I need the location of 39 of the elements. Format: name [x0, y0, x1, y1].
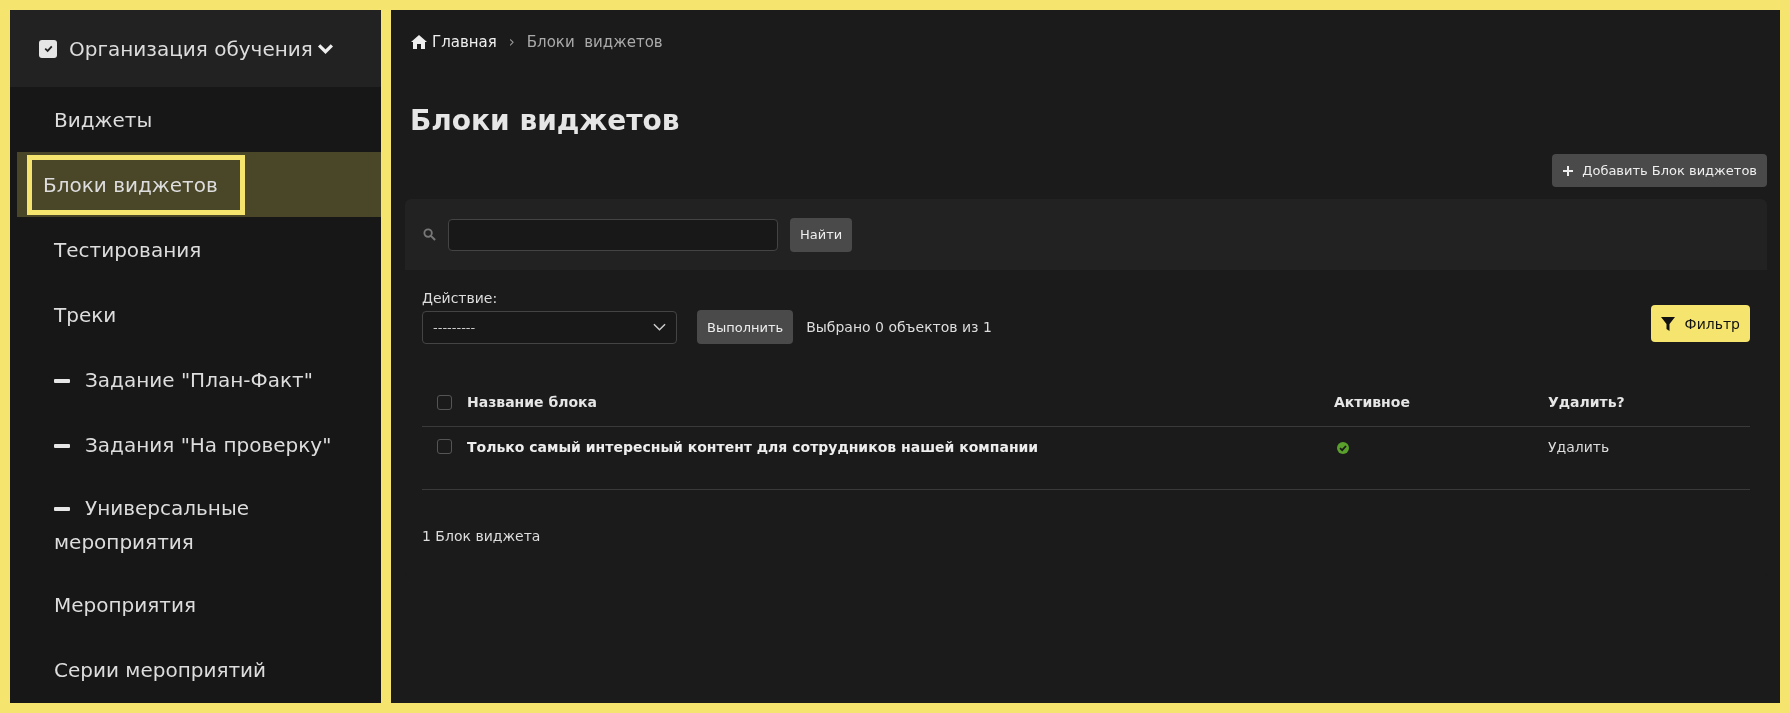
sidebar-item[interactable]: Блоки виджетов	[27, 154, 245, 215]
dash-icon	[54, 379, 70, 383]
sidebar-item[interactable]: Треки	[54, 297, 117, 332]
search-icon	[423, 228, 436, 241]
result-count: 1 Блок виджета	[422, 528, 542, 544]
dash-icon	[54, 507, 70, 511]
search-button[interactable]: Найти	[790, 217, 853, 252]
checkbox[interactable]	[437, 394, 452, 410]
breadcrumb-separator: ›	[508, 33, 515, 51]
chevron-down-icon	[316, 43, 334, 54]
action-label: Действие:	[422, 290, 499, 306]
sidebar-item[interactable]: Задания "На проверку"	[54, 427, 332, 462]
plus-icon	[1562, 164, 1575, 177]
home-icon	[410, 34, 428, 50]
chevron-down-icon	[653, 323, 666, 331]
sidebar-item[interactable]: Серии мероприятий	[54, 652, 267, 687]
dash-icon	[54, 444, 70, 448]
filter-icon	[1660, 316, 1675, 331]
sidebar-item[interactable]: Тестирования	[54, 232, 202, 267]
column-header[interactable]: Удалить?	[1548, 394, 1625, 410]
page-title: Блоки виджетов	[410, 104, 681, 139]
table-cell: Только самый интересный контент для сотрудников нашей компании	[467, 439, 1039, 455]
sidebar-item[interactable]: Универсальные мероприятия	[54, 490, 294, 559]
search-field[interactable]	[448, 218, 778, 251]
delete-link[interactable]: Удалить	[1548, 439, 1610, 455]
action-select[interactable]: ---------	[422, 310, 677, 344]
run-button[interactable]: Выполнить	[697, 310, 794, 344]
checkbox[interactable]	[437, 439, 452, 454]
sidebar-item[interactable]: Виджеты	[54, 102, 153, 137]
filter-button[interactable]: Фильтр	[1650, 305, 1750, 342]
sidebar-item[interactable]: Мероприятия	[54, 587, 196, 622]
breadcrumb-link[interactable]: Главная	[432, 33, 497, 51]
breadcrumb-current: Блоки виджетов	[526, 33, 663, 51]
sidebar-section-header[interactable]: Организация обучения	[10, 10, 381, 87]
add-button[interactable]: Добавить Блок виджетов	[1552, 154, 1767, 187]
column-header[interactable]: Активное	[1334, 394, 1410, 410]
selection-count: Выбрано 0 объектов из 1	[806, 319, 992, 335]
column-header[interactable]: Название блока	[467, 394, 598, 410]
sidebar-item[interactable]: Задание "План-Факт"	[54, 362, 313, 397]
